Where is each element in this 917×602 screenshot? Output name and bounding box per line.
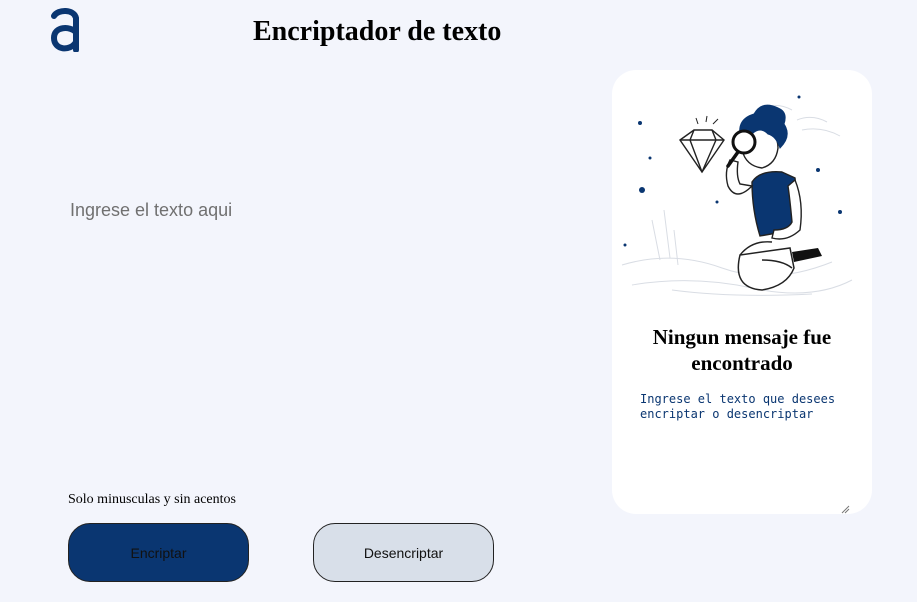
resize-grip-icon[interactable]: [840, 504, 850, 514]
page: Encriptador de texto Solo minusculas y s…: [0, 0, 917, 602]
text-input[interactable]: [68, 196, 548, 456]
encrypt-button[interactable]: Encriptar: [68, 523, 249, 582]
page-title: Encriptador de texto: [253, 16, 502, 47]
boy-with-magnifying-glass-illustration: [621, 95, 853, 296]
input-hint: Solo minusculas y sin acentos: [68, 492, 236, 507]
empty-state-message: Ingrese el texto que desees encriptar o …: [640, 392, 836, 421]
alura-logo-icon[interactable]: [48, 6, 82, 52]
empty-state-title: Ningun mensaje fue encontrado: [652, 325, 832, 375]
decrypt-button[interactable]: Desencriptar: [313, 523, 494, 582]
output-card: Ningun mensaje fue encontrado Ingrese el…: [612, 70, 872, 514]
